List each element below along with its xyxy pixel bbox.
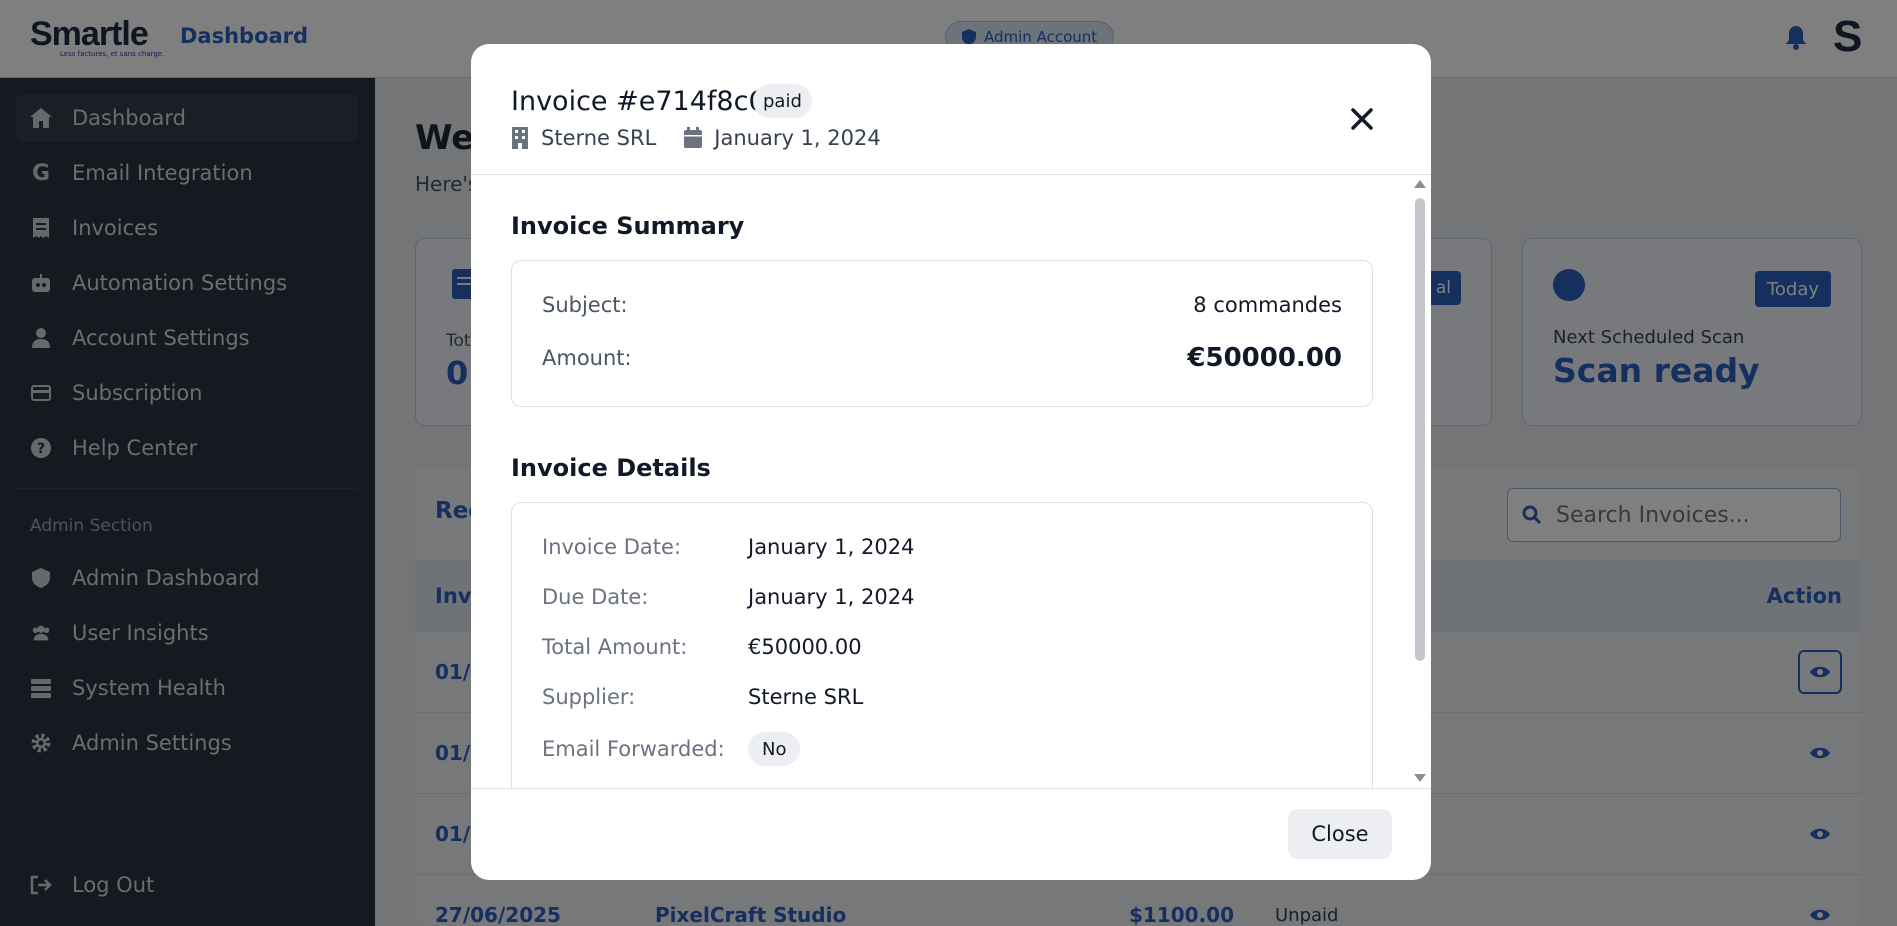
email-forwarded-badge: No xyxy=(748,732,801,766)
scroll-up-arrow-icon[interactable] xyxy=(1414,180,1426,188)
close-button[interactable]: Close xyxy=(1288,809,1392,859)
scroll-down-arrow-icon[interactable] xyxy=(1414,774,1426,782)
invoice-summary-box: Subject: 8 commandes Amount: €50000.00 xyxy=(511,260,1373,407)
invoice-details-title: Invoice Details xyxy=(511,454,711,482)
building-icon xyxy=(512,127,528,149)
amount-value: €50000.00 xyxy=(1187,343,1342,373)
amount-label: Amount: xyxy=(542,346,632,370)
modal-header: Invoice #e714f8c6 paid Sterne SRL Januar… xyxy=(471,44,1431,175)
detail-label: Due Date: xyxy=(542,585,649,609)
detail-value: €50000.00 xyxy=(748,635,862,659)
calendar-icon xyxy=(684,127,703,148)
invoice-detail-modal: Invoice #e714f8c6 paid Sterne SRL Januar… xyxy=(471,44,1431,880)
subject-label: Subject: xyxy=(542,293,628,317)
invoice-summary-title: Invoice Summary xyxy=(511,212,745,240)
modal-supplier: Sterne SRL xyxy=(541,126,657,150)
modal-footer: Close xyxy=(471,788,1431,880)
modal-body[interactable]: Invoice Summary Subject: 8 commandes Amo… xyxy=(471,176,1431,788)
scrollbar-thumb[interactable] xyxy=(1415,198,1425,661)
detail-label: Supplier: xyxy=(542,685,636,709)
modal-subtitle: Sterne SRL January 1, 2024 xyxy=(511,126,881,150)
modal-date: January 1, 2024 xyxy=(714,126,881,150)
invoice-details-box: Invoice Date: January 1, 2024 Due Date: … xyxy=(511,502,1373,788)
close-icon[interactable] xyxy=(1349,106,1375,132)
subject-value: 8 commandes xyxy=(1193,293,1342,317)
modal-title: Invoice #e714f8c6 xyxy=(511,86,766,117)
detail-value: January 1, 2024 xyxy=(748,535,915,559)
modal-scrollbar[interactable] xyxy=(1409,176,1431,788)
detail-label: Total Amount: xyxy=(542,635,688,659)
detail-value: January 1, 2024 xyxy=(748,585,915,609)
email-forwarded-label: Email Forwarded: xyxy=(542,737,725,761)
detail-label: Invoice Date: xyxy=(542,535,682,559)
status-badge: paid xyxy=(753,84,812,118)
detail-value: Sterne SRL xyxy=(748,685,864,709)
